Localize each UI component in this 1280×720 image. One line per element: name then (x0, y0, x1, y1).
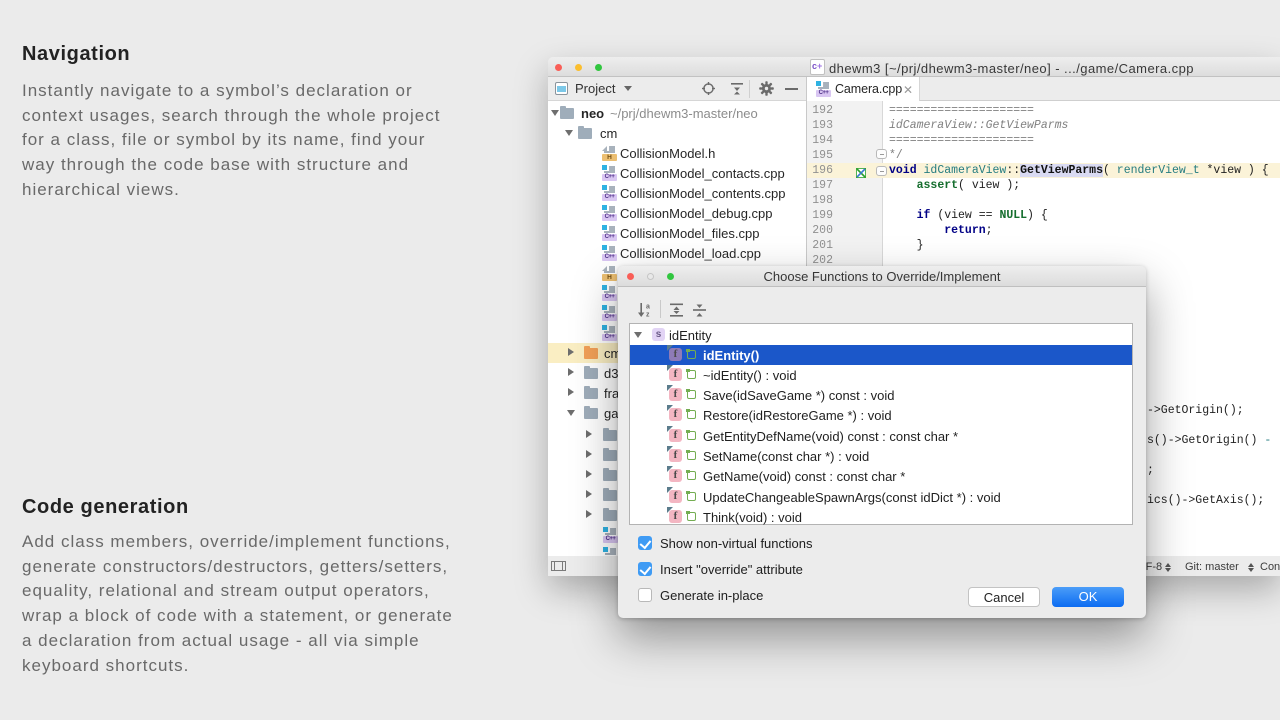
svg-text:a: a (646, 304, 650, 311)
svg-text:z: z (646, 312, 650, 319)
